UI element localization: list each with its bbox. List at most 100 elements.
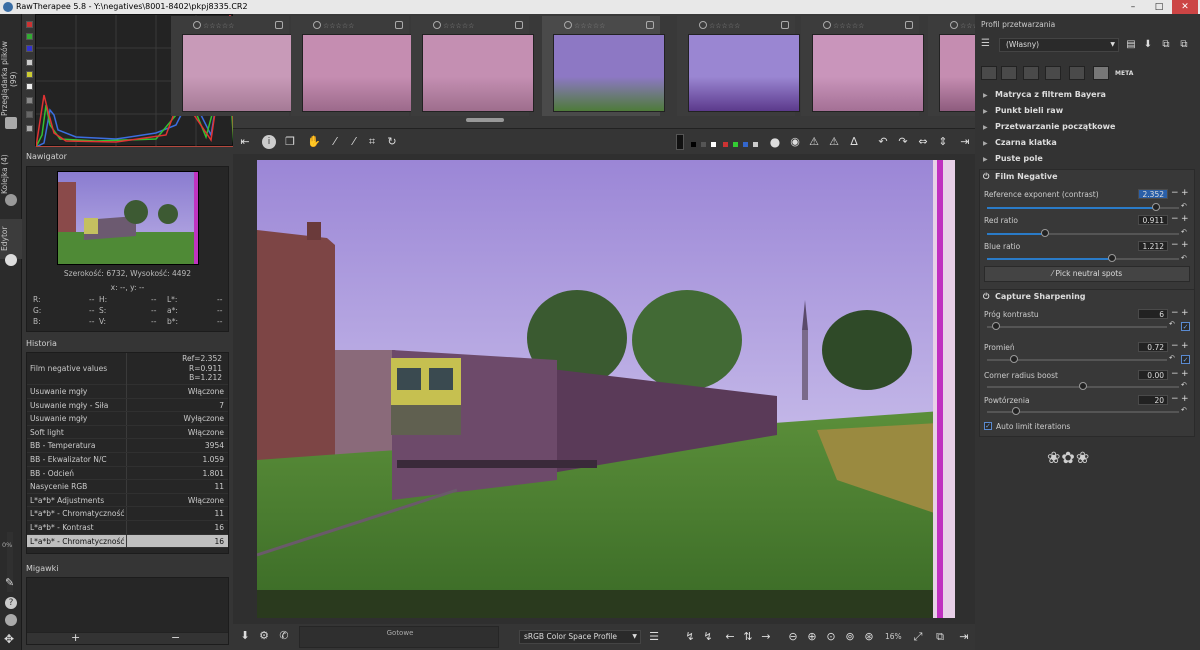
- close-button[interactable]: ✕: [1172, 0, 1198, 14]
- decrease-corner-button[interactable]: −: [1171, 369, 1179, 379]
- filmstrip-thumbnail[interactable]: ☆☆☆☆☆: [411, 16, 534, 116]
- rotate-left-icon[interactable]: ↶: [876, 135, 890, 149]
- reject-icon[interactable]: [433, 21, 441, 29]
- thumbnail-image[interactable]: [182, 34, 294, 112]
- filmstrip-scrollbar[interactable]: [466, 118, 504, 122]
- increase-iterations-button[interactable]: +: [1181, 394, 1189, 404]
- history-item[interactable]: Usuwanie mgły Włączone: [27, 385, 228, 399]
- rating-stars[interactable]: ☆☆☆☆☆: [323, 22, 354, 30]
- fit-screen-icon[interactable]: ⤢: [911, 630, 925, 644]
- tab-file-browser[interactable]: Przeglądarka plików (99): [0, 34, 22, 124]
- copy-profile-icon[interactable]: ⧉: [1159, 38, 1173, 52]
- green-channel-toggle[interactable]: [26, 33, 33, 40]
- contrast-threshold-value[interactable]: 6: [1138, 309, 1168, 319]
- save-profile-icon[interactable]: ⬇: [1141, 38, 1155, 52]
- reset-contrast-icon[interactable]: ↶: [1169, 320, 1175, 328]
- flip-vertical-icon[interactable]: ⇕: [936, 135, 950, 149]
- preview-bg-gray[interactable]: [701, 142, 706, 147]
- history-item[interactable]: BB - Odcień 1.801: [27, 466, 228, 481]
- increase-radius-button[interactable]: +: [1181, 341, 1189, 351]
- gamut-check-icon[interactable]: ↯: [683, 630, 697, 644]
- blue-ratio-value[interactable]: 1.212: [1138, 241, 1168, 251]
- reference-exponent-value[interactable]: 2.352: [1138, 189, 1168, 199]
- zoom-in-icon[interactable]: ⊕: [805, 630, 819, 644]
- bar-toggle[interactable]: [26, 97, 33, 104]
- rating-stars[interactable]: ☆☆☆☆☆: [574, 22, 605, 30]
- rating-stars[interactable]: ☆☆☆☆☆: [443, 22, 474, 30]
- tab-editor[interactable]: Edytor: [0, 219, 22, 259]
- mode-toggle[interactable]: [26, 111, 33, 118]
- hide-left-panel-icon[interactable]: ⇤: [238, 135, 252, 149]
- preview-red-channel[interactable]: [723, 142, 728, 147]
- history-item[interactable]: Usuwanie mgły Wyłączone: [27, 412, 228, 426]
- trash-icon[interactable]: [646, 21, 654, 29]
- decrease-ref-button[interactable]: −: [1171, 188, 1179, 198]
- corner-radius-boost-value[interactable]: 0.00: [1138, 370, 1168, 380]
- straighten-icon[interactable]: ↻: [385, 135, 399, 149]
- filmstrip-thumbnail[interactable]: ☆☆☆☆☆: [801, 16, 924, 116]
- trash-icon[interactable]: [395, 21, 403, 29]
- increase-contrast-button[interactable]: +: [1181, 308, 1189, 318]
- preview-green-channel[interactable]: [733, 142, 738, 147]
- trash-icon[interactable]: [905, 21, 913, 29]
- save-icon[interactable]: ⬇: [238, 629, 252, 643]
- corner-slider-handle[interactable]: [1079, 382, 1087, 390]
- zoom-fit-crop-icon[interactable]: ⊛: [862, 630, 876, 644]
- reset-ref-icon[interactable]: ↶: [1181, 202, 1187, 210]
- auto-radius-checkbox[interactable]: ✓: [1181, 355, 1190, 364]
- decrease-iterations-button[interactable]: −: [1171, 394, 1179, 404]
- preview-blue-channel[interactable]: [743, 142, 748, 147]
- thumbnail-image[interactable]: [422, 34, 534, 112]
- history-item[interactable]: BB - Ekwalizator N/C 1.059: [27, 453, 228, 467]
- info-icon[interactable]: i: [262, 135, 276, 149]
- increase-ref-button[interactable]: +: [1181, 188, 1189, 198]
- reset-iterations-icon[interactable]: ↶: [1181, 406, 1187, 414]
- history-item[interactable]: Soft light Włączone: [27, 425, 228, 440]
- decrease-blue-button[interactable]: −: [1171, 240, 1179, 250]
- filmstrip-thumbnail[interactable]: ☆☆☆☆☆: [291, 16, 414, 116]
- iterations-value[interactable]: 20: [1138, 395, 1168, 405]
- history-item[interactable]: BB - Temperatura 3954: [27, 439, 228, 453]
- intent-icon[interactable]: ☰: [647, 630, 661, 644]
- reset-radius-icon[interactable]: ↶: [1169, 354, 1175, 362]
- iterations-slider-handle[interactable]: [1011, 407, 1020, 415]
- increase-blue-button[interactable]: +: [1181, 240, 1189, 250]
- hide-panels-icon[interactable]: ⇥: [957, 630, 971, 644]
- image-preview[interactable]: [233, 154, 975, 624]
- gamut-warning-icon[interactable]: ∆: [847, 135, 861, 149]
- red-channel-toggle[interactable]: [26, 21, 33, 28]
- section-header[interactable]: Punkt bieli raw: [995, 106, 1063, 115]
- soft-proof-icon[interactable]: ↯: [701, 630, 715, 644]
- preview-bg-black[interactable]: [691, 142, 696, 147]
- history-item[interactable]: Nasycenie RGB 11: [27, 480, 228, 494]
- expand-arrow-icon[interactable]: ▶: [983, 108, 988, 115]
- thumbnail-image[interactable]: [688, 34, 800, 112]
- zoom-fit-icon[interactable]: ⊚: [843, 630, 857, 644]
- flip-horizontal-icon[interactable]: ⇔: [916, 135, 930, 149]
- thumbnail-image[interactable]: [553, 34, 665, 112]
- reject-icon[interactable]: [950, 21, 958, 29]
- section-header[interactable]: Przetwarzanie początkowe: [995, 122, 1115, 131]
- chroma-toggle[interactable]: [26, 71, 33, 78]
- rating-stars[interactable]: ☆☆☆☆☆: [203, 22, 234, 30]
- reset-red-icon[interactable]: ↶: [1181, 228, 1187, 236]
- paste-profile-icon[interactable]: ⧉: [1177, 38, 1191, 52]
- history-item[interactable]: Usuwanie mgły - Siła 7: [27, 398, 228, 413]
- before-after-icon[interactable]: ❐: [283, 135, 297, 149]
- preview-bg-white[interactable]: [711, 142, 716, 147]
- rating-stars[interactable]: ☆☆☆☆☆: [709, 22, 740, 30]
- detail-tab-icon[interactable]: [1001, 66, 1017, 80]
- navigator-thumbnail[interactable]: [57, 171, 199, 265]
- history-item[interactable]: Film negative values Ref=2.352 R=0.911 B=1…: [27, 353, 228, 385]
- section-header[interactable]: Puste pole: [995, 154, 1043, 163]
- shadows-clip-icon[interactable]: ⚠: [827, 135, 841, 149]
- add-snapshot-button[interactable]: +: [71, 631, 80, 644]
- radius-slider-handle[interactable]: [1010, 355, 1018, 363]
- blue-slider-handle[interactable]: [1107, 254, 1116, 262]
- folder-icon[interactable]: [5, 117, 17, 129]
- external-editor-icon[interactable]: ✆: [277, 629, 291, 643]
- decrease-radius-button[interactable]: −: [1171, 341, 1179, 351]
- color-picker-icon[interactable]: ⁄: [328, 135, 342, 149]
- reject-icon[interactable]: [313, 21, 321, 29]
- rotate-right-icon[interactable]: ↷: [896, 135, 910, 149]
